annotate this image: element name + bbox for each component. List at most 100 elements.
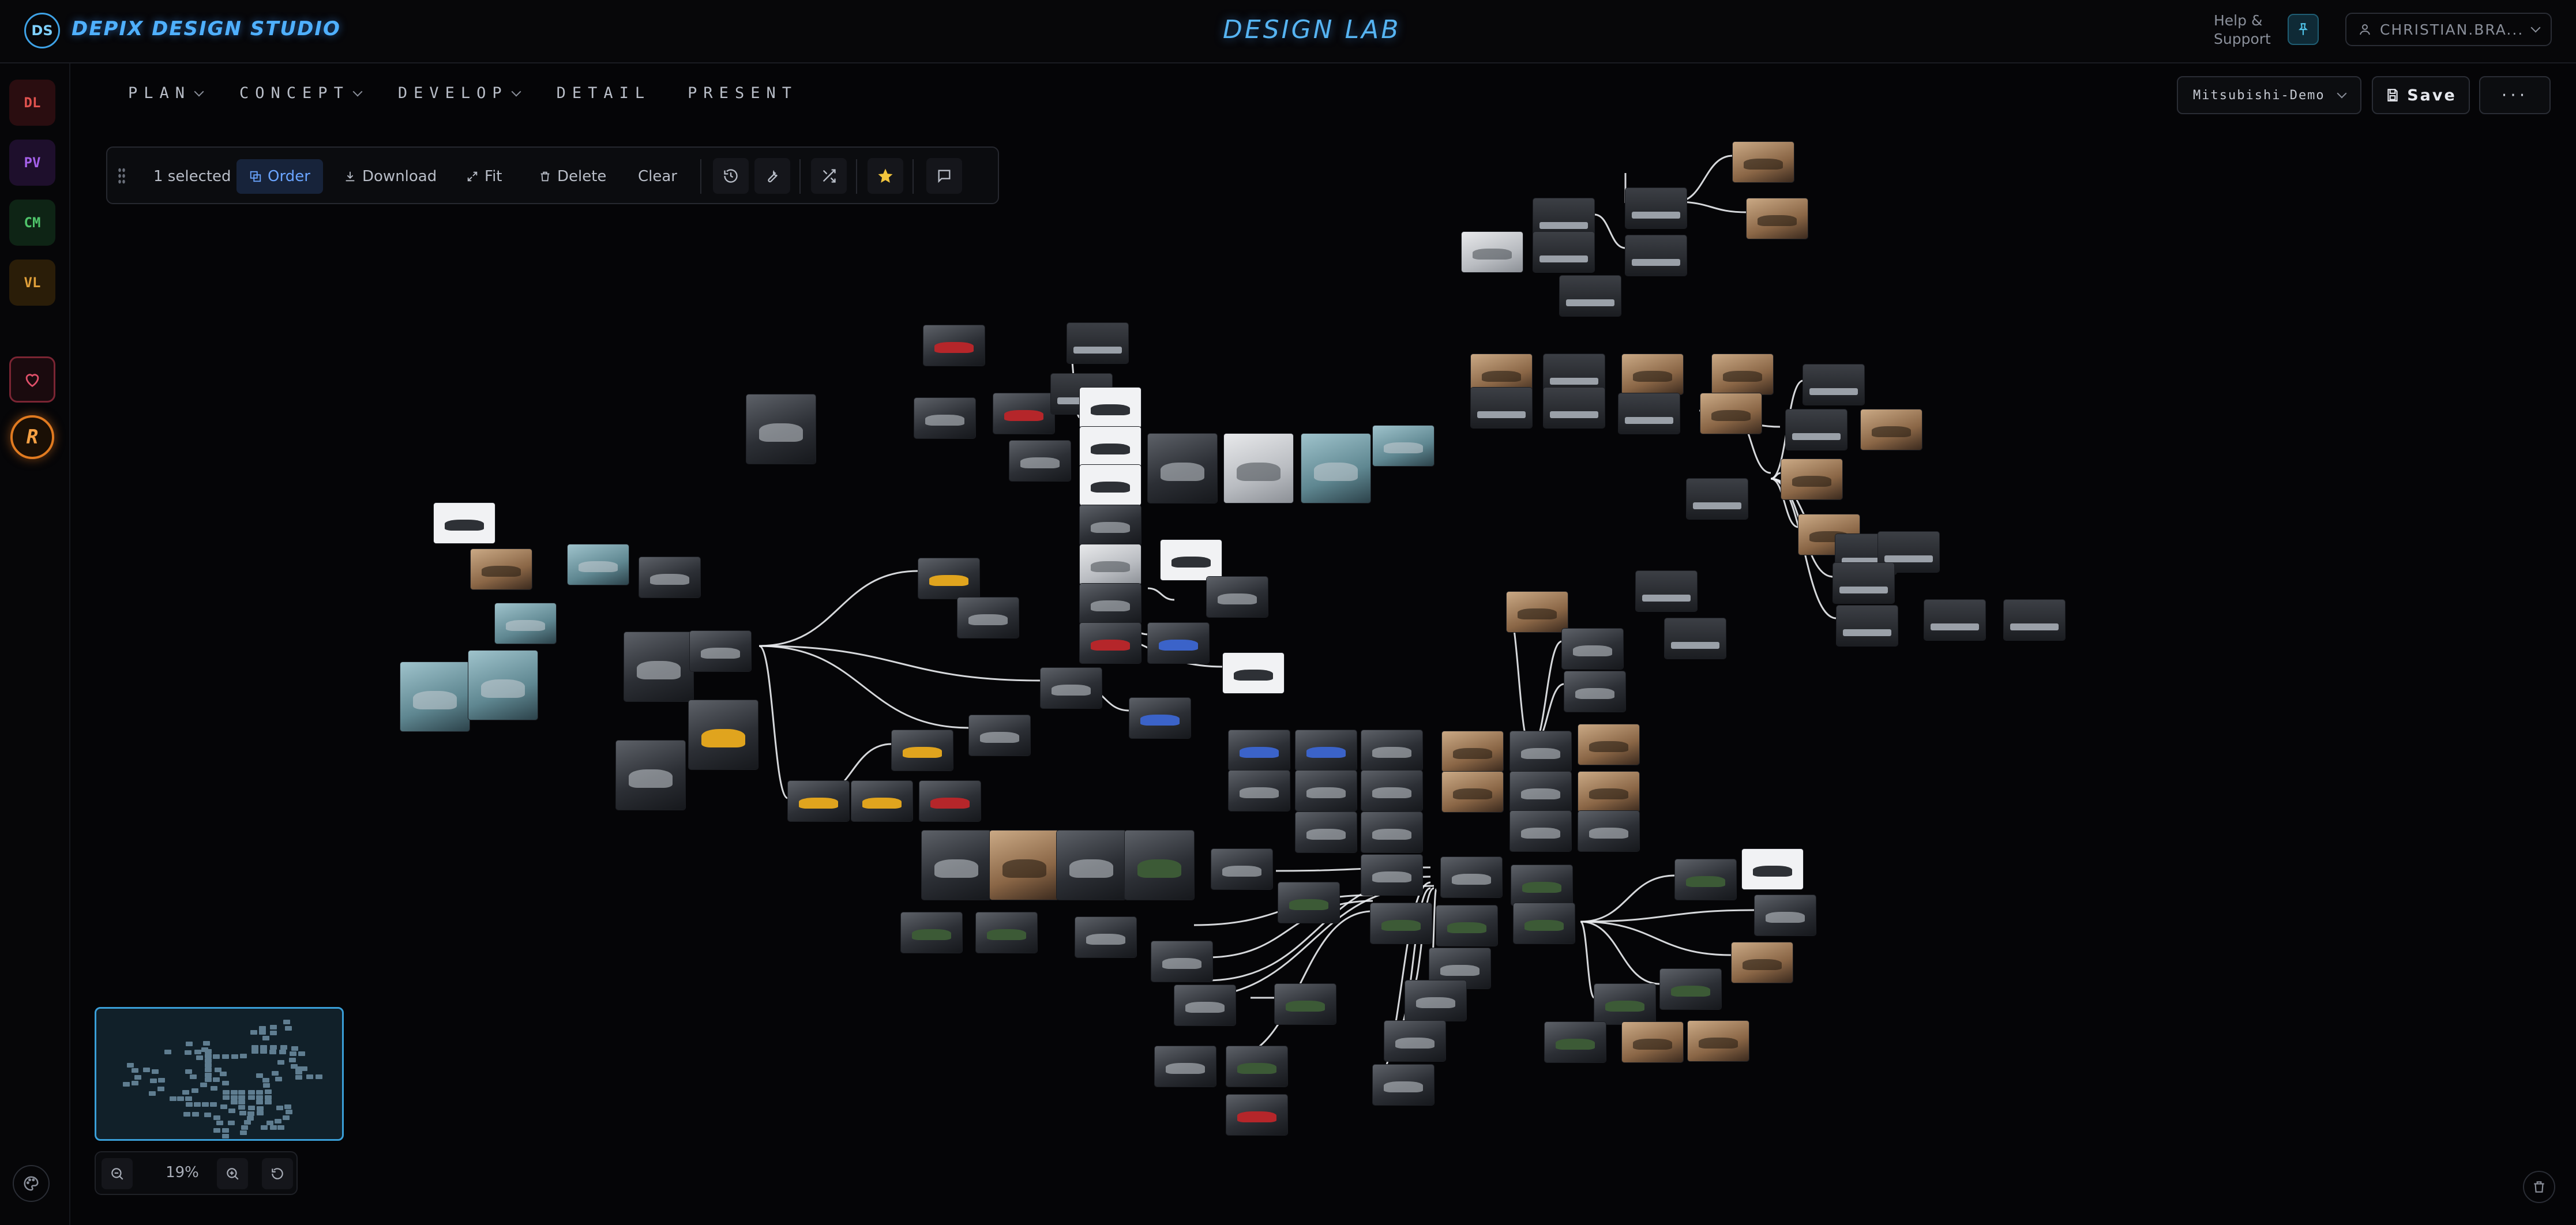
- image-node[interactable]: [1229, 730, 1290, 771]
- save-button[interactable]: Save: [2372, 76, 2470, 114]
- image-node[interactable]: [1564, 671, 1625, 712]
- more-options-button[interactable]: ···: [2479, 76, 2551, 114]
- image-node[interactable]: [1155, 1046, 1216, 1087]
- image-node[interactable]: [1660, 969, 1721, 1009]
- image-node[interactable]: [1622, 1022, 1683, 1062]
- design-canvas[interactable]: [70, 133, 2576, 1225]
- image-node[interactable]: [957, 598, 1019, 638]
- image-node[interactable]: [918, 558, 979, 599]
- logo-badge[interactable]: DS: [24, 13, 60, 48]
- image-node[interactable]: [1781, 459, 1842, 499]
- image-node[interactable]: [1462, 232, 1523, 272]
- image-node[interactable]: [990, 831, 1059, 900]
- image-node[interactable]: [1080, 465, 1141, 505]
- image-node[interactable]: [471, 549, 532, 589]
- image-node[interactable]: [746, 394, 816, 464]
- image-node[interactable]: [1436, 905, 1497, 946]
- image-node[interactable]: [1803, 365, 1864, 405]
- image-node[interactable]: [1747, 198, 1808, 239]
- image-node[interactable]: [1080, 544, 1141, 585]
- image-node[interactable]: [1229, 771, 1290, 811]
- minimap[interactable]: [95, 1007, 344, 1141]
- image-node[interactable]: [1080, 623, 1141, 663]
- image-node[interactable]: [2004, 600, 2065, 640]
- image-node[interactable]: [1625, 235, 1687, 276]
- image-node[interactable]: [1622, 354, 1683, 394]
- image-node[interactable]: [1545, 1022, 1606, 1062]
- image-node[interactable]: [1080, 584, 1141, 624]
- image-node[interactable]: [1370, 903, 1432, 944]
- image-node[interactable]: [1625, 188, 1687, 228]
- image-node[interactable]: [1223, 653, 1284, 693]
- image-node[interactable]: [568, 544, 629, 585]
- image-node[interactable]: [400, 662, 470, 731]
- stage-develop[interactable]: DEVELOP: [398, 84, 521, 102]
- image-node[interactable]: [1174, 985, 1236, 1025]
- image-node[interactable]: [1688, 1021, 1749, 1061]
- zoom-in-button[interactable]: [217, 1158, 248, 1189]
- image-node[interactable]: [1224, 434, 1293, 503]
- image-node[interactable]: [1148, 434, 1217, 503]
- image-node[interactable]: [690, 631, 751, 671]
- image-node[interactable]: [1075, 917, 1136, 957]
- image-node[interactable]: [1786, 409, 1847, 450]
- image-node[interactable]: [901, 912, 962, 953]
- image-node[interactable]: [1533, 232, 1594, 272]
- image-node[interactable]: [1511, 865, 1572, 905]
- rail-item-pv[interactable]: PV: [9, 140, 55, 186]
- image-node[interactable]: [624, 632, 693, 701]
- image-node[interactable]: [1295, 730, 1357, 771]
- image-node[interactable]: [851, 781, 913, 821]
- image-node[interactable]: [468, 651, 538, 720]
- trash-button[interactable]: [2523, 1171, 2555, 1203]
- image-node[interactable]: [1295, 771, 1357, 811]
- image-node[interactable]: [993, 393, 1054, 434]
- image-node[interactable]: [1405, 980, 1466, 1021]
- image-node[interactable]: [1361, 812, 1422, 852]
- image-node[interactable]: [1578, 724, 1639, 765]
- image-node[interactable]: [1594, 984, 1655, 1024]
- image-node[interactable]: [1041, 668, 1102, 708]
- image-node[interactable]: [1148, 623, 1209, 663]
- stage-detail[interactable]: DETAIL: [557, 84, 651, 102]
- image-node[interactable]: [1361, 855, 1422, 895]
- image-node[interactable]: [919, 781, 981, 821]
- image-node[interactable]: [1742, 849, 1803, 889]
- favorites-button[interactable]: [9, 356, 55, 403]
- image-node[interactable]: [1712, 354, 1773, 394]
- image-node[interactable]: [1275, 984, 1336, 1024]
- image-node[interactable]: [1619, 393, 1680, 434]
- image-node[interactable]: [1151, 941, 1212, 982]
- image-node[interactable]: [1636, 571, 1697, 611]
- theme-palette-button[interactable]: [13, 1165, 50, 1202]
- image-node[interactable]: [1837, 606, 1898, 646]
- image-node[interactable]: [1833, 563, 1894, 603]
- image-node[interactable]: [1755, 895, 1816, 935]
- pin-button[interactable]: [2288, 14, 2319, 45]
- image-node[interactable]: [922, 831, 991, 900]
- image-node[interactable]: [639, 557, 700, 598]
- image-node[interactable]: [1733, 142, 1794, 182]
- image-node[interactable]: [1129, 698, 1191, 738]
- image-node[interactable]: [1442, 772, 1503, 812]
- image-node[interactable]: [1471, 388, 1532, 428]
- image-node[interactable]: [1544, 388, 1605, 428]
- image-node[interactable]: [1578, 772, 1639, 812]
- image-node[interactable]: [923, 325, 985, 366]
- image-node[interactable]: [1125, 831, 1194, 900]
- image-node[interactable]: [1361, 730, 1422, 771]
- reset-view-button[interactable]: [262, 1158, 293, 1189]
- image-node[interactable]: [1675, 859, 1736, 900]
- image-node[interactable]: [1207, 577, 1268, 617]
- image-node[interactable]: [969, 715, 1030, 756]
- image-node[interactable]: [1301, 434, 1370, 503]
- image-node[interactable]: [1924, 600, 1985, 640]
- image-node[interactable]: [914, 398, 975, 438]
- project-select[interactable]: Mitsubishi-Demo: [2177, 76, 2361, 114]
- image-node[interactable]: [1080, 505, 1141, 546]
- image-node[interactable]: [1665, 618, 1726, 659]
- rail-item-dl[interactable]: DL: [9, 80, 55, 126]
- image-node[interactable]: [1384, 1021, 1445, 1061]
- image-node[interactable]: [1361, 771, 1422, 811]
- image-node[interactable]: [1442, 731, 1503, 772]
